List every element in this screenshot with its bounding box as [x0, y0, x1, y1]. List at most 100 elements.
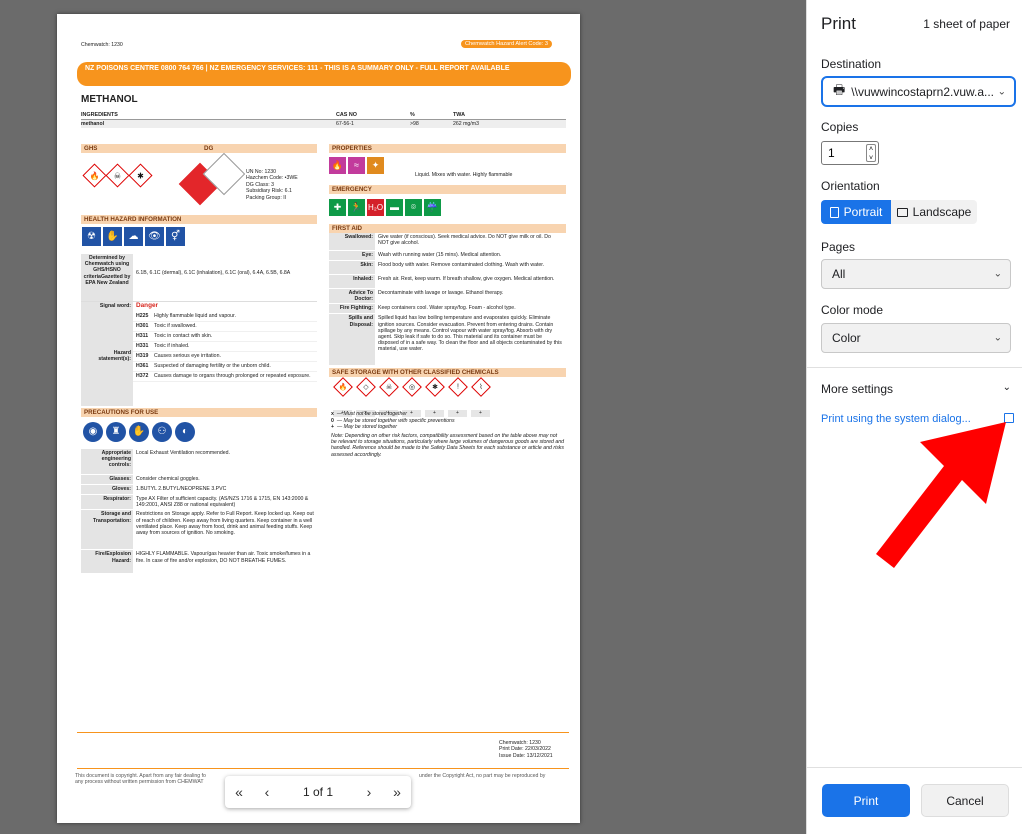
first-aid-label: Swallowed:	[329, 233, 375, 250]
pages-select[interactable]: All ⌄	[821, 259, 1011, 289]
first-aid-row: Advice To Doctor: Decontaminate with lava…	[329, 289, 566, 305]
landscape-icon	[896, 207, 908, 217]
precaution-value: 1.BUTYL 2.BUTYL/NEOPRENE 3.PVC	[136, 486, 227, 492]
first-aid-row: Eye: Wash with running water (15 mins). M…	[329, 251, 566, 261]
more-settings-toggle[interactable]: More settings ⌄	[821, 382, 1011, 396]
first-aid-label: Eye:	[329, 251, 375, 260]
eyewash-icon: ⌾	[405, 199, 422, 216]
last-page-button[interactable]: »	[383, 776, 411, 808]
hazard-code: H361	[136, 363, 149, 370]
copies-label: Copies	[821, 120, 859, 134]
precaution-label: Fire/Explosion Hazard:	[81, 550, 133, 574]
precaution-label: Storage and Transportation:	[81, 510, 133, 550]
gas-icon: ◇	[355, 377, 376, 398]
hazard-text: Highly flammable liquid and vapour.	[154, 313, 236, 320]
landscape-button[interactable]: Landscape	[891, 200, 977, 224]
next-page-button[interactable]: ›	[355, 776, 383, 808]
ingredient-percent: >98	[410, 121, 419, 127]
precaution-value: Consider chemical goggles.	[136, 476, 200, 482]
signal-row: Signal word: Danger	[81, 302, 317, 312]
first-aid-value: Fresh air. Rest, keep warm. If breath sh…	[378, 276, 555, 282]
chevron-down-icon: ⌄	[993, 332, 1002, 344]
precaution-row: Storage and Transportation: Restrictions …	[81, 510, 317, 551]
hazard-code: H372	[136, 373, 149, 380]
precaution-icons: ◉ ♜ ✋ ⚇ ◐	[81, 417, 317, 449]
first-aid-row: Skin: Flood body with water. Remove conta…	[329, 261, 566, 275]
first-aid-header: FIRST AID	[329, 224, 566, 233]
footer-info: Chemwatch: 1230 Print Date: 22/03/2022 Iss…	[499, 740, 553, 759]
legend-symbol: x	[331, 411, 334, 418]
goggles-icon: ◉	[83, 422, 103, 442]
orientation-label: Orientation	[821, 179, 880, 193]
portrait-button[interactable]: Portrait	[821, 200, 891, 224]
emergency-header: EMERGENCY	[329, 185, 566, 194]
destination-select[interactable]: 🖶 \\vuwwincostaprn2.vuw.a... ⌄	[821, 76, 1016, 107]
gloves-icon: ✋	[129, 422, 149, 442]
first-aid-icon: ✚	[329, 199, 346, 216]
hazard-row: H319 Causes serious eye irritation.	[133, 352, 317, 362]
legend-symbol: 0	[331, 417, 334, 424]
ppe-inhale-icon: ☁	[124, 227, 143, 246]
precaution-value: Local Exhaust Ventilation recommended.	[136, 450, 231, 456]
health-hazard-icon: ✱	[128, 163, 153, 188]
first-aid-label: Fire Fighting:	[329, 304, 375, 314]
print-button[interactable]: Print	[822, 784, 910, 817]
print-settings-panel: Print 1 sheet of paper Destination 🖶 \\v…	[806, 0, 1022, 834]
alert-code-badge: Chemwatch Hazard Alert Code: 3	[461, 40, 553, 48]
precaution-value: Type AX Filter of sufficient capacity. (…	[136, 496, 309, 509]
print-preview-area: Chemwatch: 1230 Chemwatch Hazard Alert C…	[0, 0, 806, 834]
hazard-code: H311	[136, 333, 149, 340]
exit-icon: 🏃	[348, 199, 365, 216]
first-aid-label: Spills and Disposal:	[329, 314, 375, 366]
legend-symbol: +	[331, 424, 335, 431]
right-column: PROPERTIES 🔥 ≈ ✦ Liquid. Mixes with water.…	[329, 144, 566, 458]
ghs-dg-header: GHS DG	[81, 144, 317, 153]
first-aid-value: Spilled liquid has low boiling temperatu…	[378, 315, 562, 353]
prev-page-button[interactable]: ‹	[253, 776, 281, 808]
precaution-row: Respirator: Type AX Filter of sufficient …	[81, 495, 317, 511]
hazard-row: H372 Causes damage to organs through prol…	[133, 372, 317, 382]
copyright-left: This document is copyright. Apart from a…	[75, 773, 206, 786]
ppe-fertility-icon: ⚥	[166, 227, 185, 246]
first-page-button[interactable]: «	[225, 776, 253, 808]
properties-icons: 🔥 ≈ ✦ Liquid. Mixes with water. Highly fla…	[329, 153, 566, 185]
hazard-text: Causes serious eye irritation.	[154, 353, 221, 360]
first-aid-list: Swallowed: Give water (if conscious). See…	[329, 233, 566, 367]
hazard-text: Suspected of damaging fertility or the u…	[154, 363, 271, 370]
precaution-label: Glasses:	[81, 475, 133, 484]
fire-extinguisher-icon: H₂O	[367, 199, 384, 216]
color-mode-select[interactable]: Color ⌄	[821, 323, 1011, 353]
left-column: GHS DG 🔥 ☠ ✱ UN No: 1230 Hazchem Code: •3WE D…	[81, 144, 317, 575]
cancel-button[interactable]: Cancel	[921, 784, 1009, 817]
col-percent: %	[410, 112, 415, 118]
first-aid-label: Skin:	[329, 261, 375, 274]
precaution-label: Gloves:	[81, 485, 133, 494]
precaution-label: Respirator:	[81, 495, 133, 510]
skull-icon: ☠	[378, 377, 399, 398]
precaution-row: Gloves: 1.BUTYL 2.BUTYL/NEOPRENE 3.PVC	[81, 485, 317, 495]
ingredients-table: INGREDIENTS CAS NO % TWA methanol 67-56-…	[81, 112, 566, 129]
footer-rule-2	[77, 768, 569, 769]
precautions-list: Appropriate engineering controls: Local E…	[81, 449, 317, 575]
skull-icon: ☠	[105, 163, 130, 188]
emergency-icons: ✚ 🏃 H₂O ▬ ⌾ ☔	[329, 194, 566, 224]
hazard-row: H301 Toxic if swallowed.	[133, 322, 317, 332]
emergency-banner: NZ POISONS CENTRE 0800 764 766 | NZ EMER…	[77, 62, 571, 86]
corrosive-icon: ⌇	[470, 377, 491, 398]
copies-input[interactable]: 1 ˄ ˅	[821, 141, 879, 165]
hazard-statements: Hazard statement(s): H225 Highly flammabl…	[81, 312, 317, 406]
precaution-row: Appropriate engineering controls: Local E…	[81, 449, 317, 475]
first-aid-value: Decontaminate with lavage or lavage. Eth…	[378, 290, 504, 296]
stretcher-icon: ▬	[386, 199, 403, 216]
hazard-text: Toxic if swallowed.	[154, 323, 197, 330]
sheet-count: 1 sheet of paper	[923, 17, 1010, 31]
destination-value: \\vuwwincostaprn2.vuw.a...	[851, 84, 995, 99]
chevron-down-icon: ⌄	[1002, 382, 1011, 393]
first-aid-value: Keep containers cool. Water spray/fog. F…	[378, 305, 516, 312]
precaution-row: Glasses: Consider chemical goggles.	[81, 475, 317, 485]
miscible-icon: ≈	[348, 157, 365, 174]
first-aid-value: Give water (if conscious). Seek medical …	[378, 234, 551, 247]
copies-stepper[interactable]: ˄ ˅	[866, 144, 876, 162]
flame-icon: 🔥	[332, 377, 353, 398]
first-aid-value: Wash with running water (15 mins). Medic…	[378, 252, 502, 258]
